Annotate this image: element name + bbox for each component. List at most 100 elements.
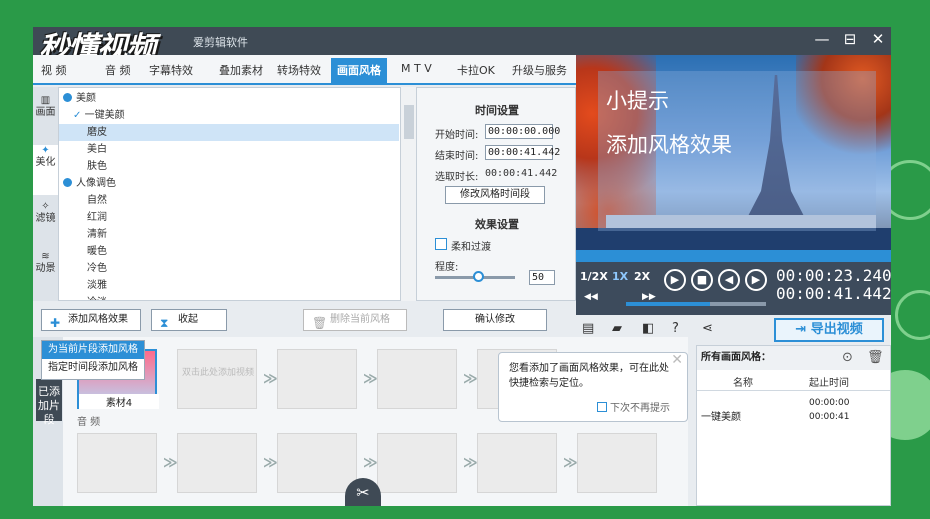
degree-slider[interactable] [435, 271, 515, 282]
audio-slot[interactable] [377, 433, 457, 493]
checkbox-icon [597, 402, 607, 412]
trash-icon[interactable]: 🗑 [867, 350, 884, 365]
stop-button[interactable]: ■ [691, 269, 713, 291]
clip-label: 素材4 [79, 394, 159, 409]
checkbox-label: 下次不再提示 [610, 403, 670, 414]
end-time-label: 结束时间: [435, 151, 479, 162]
next-frame-button[interactable]: ▶ [745, 269, 767, 291]
audio-slot[interactable] [177, 433, 257, 493]
sidebar-item-beautify[interactable]: ✦ 美化 [33, 145, 58, 195]
slider-thumb[interactable] [473, 271, 484, 282]
scrollbar-thumb[interactable] [404, 105, 414, 139]
added-clips-tab[interactable]: 已添加片段 [36, 379, 62, 426]
tree-item[interactable]: 清新 [59, 226, 399, 243]
all-styles-header: 所有画面风格： [697, 346, 890, 370]
fade-checkbox[interactable] [435, 238, 447, 250]
tree-item[interactable]: 美白 [59, 141, 399, 158]
empty-clip-slot[interactable]: 双击此处添加视频 [177, 349, 257, 409]
time-settings-header: 时间设置 [475, 104, 519, 117]
audio-slot[interactable] [577, 433, 657, 493]
video-preview[interactable]: 小提示 添加风格效果 [576, 55, 891, 250]
tip-title: 小提示 [606, 89, 669, 113]
degree-label: 程度: [435, 262, 459, 273]
tree-scrollbar[interactable] [400, 87, 416, 301]
tree-item[interactable]: 自然 [59, 192, 399, 209]
tab-mtv[interactable]: M T V [401, 62, 432, 75]
title-bar: 秒懂视频 爱剪辑软件 — ⊟ ✕ [33, 27, 891, 66]
tab-overlay[interactable]: 叠加素材 [219, 62, 263, 78]
close-button[interactable]: ✕ [867, 30, 889, 48]
playback-progress-bar[interactable] [576, 250, 891, 262]
share-icon[interactable]: ⋖ [702, 321, 713, 336]
arrow-icon: ≫ [463, 455, 478, 471]
button-label: 导出视频 [810, 322, 863, 337]
style-row-name[interactable]: 一键美颜 [701, 408, 741, 423]
audio-slot[interactable] [477, 433, 557, 493]
button-label: 添加风格效果 [68, 314, 128, 325]
prev-frame-button[interactable]: ◀ [718, 269, 740, 291]
tree-item[interactable]: 磨皮 [59, 124, 399, 141]
minimize-button[interactable]: — [811, 30, 833, 48]
dont-show-again-checkbox[interactable]: 下次不再提示 [597, 401, 670, 416]
tree-category-portrait[interactable]: 人像调色 [59, 175, 399, 192]
degree-field[interactable]: 50 [529, 270, 555, 285]
hint-popup: ✕ 您看添加了画面风格效果，可在此处快捷检索与定位。 下次不再提示 [498, 352, 688, 422]
audio-slot[interactable] [77, 433, 157, 493]
tab-video[interactable]: 视 频 [41, 62, 67, 78]
tree-item[interactable]: 淡雅 [59, 277, 399, 294]
sidebar-item-filter[interactable]: ✧ 滤镜 [33, 201, 58, 245]
save-icon[interactable]: ◧ [642, 321, 654, 336]
arrow-icon: ≫ [163, 455, 178, 471]
collapse-button[interactable]: ⧗ 收起 [151, 309, 227, 331]
tree-category-beauty[interactable]: 美颜 [59, 90, 399, 107]
tree-item[interactable]: 冷色 [59, 260, 399, 277]
hourglass-icon: ⧗ [160, 316, 169, 330]
tab-audio[interactable]: 音 频 [105, 62, 131, 78]
folder-icon[interactable]: ▰ [612, 321, 622, 336]
end-time-field[interactable]: 00:00:41.442 [485, 145, 560, 160]
tab-picture-style[interactable]: 画面风格 [331, 58, 387, 83]
add-style-button[interactable]: ✚ 添加风格效果 [41, 309, 141, 331]
tab-subtitle-effects[interactable]: 字幕特效 [149, 62, 193, 78]
button-label: 收起 [178, 314, 198, 325]
tree-item[interactable]: 暖色 [59, 243, 399, 260]
sparkle-icon: ✦ [41, 145, 50, 156]
tab-karaoke[interactable]: 卡拉OK [457, 62, 495, 78]
locate-icon[interactable]: ⊙ [842, 350, 853, 365]
trash-icon: 🗑 [312, 316, 328, 330]
tree-item[interactable]: 冷淡 [59, 294, 399, 300]
duration-label: 选取时长: [435, 172, 479, 183]
play-button[interactable]: ▶ [664, 269, 686, 291]
menu-item-current-clip[interactable]: 为当前片段添加风格 [42, 341, 144, 359]
speed-2x[interactable]: 2X [634, 270, 650, 283]
tree-item-one-click-beauty[interactable]: ✓ 一键美颜 [59, 107, 399, 124]
empty-clip-slot[interactable] [377, 349, 457, 409]
modify-time-button[interactable]: 修改风格时间段 [445, 186, 545, 204]
fast-forward-icon[interactable]: ▶▶ [642, 292, 656, 302]
export-video-button[interactable]: ⇥ 导出视频 [774, 318, 884, 342]
tree-item[interactable]: 肤色 [59, 158, 399, 175]
tree-item[interactable]: 红润 [59, 209, 399, 226]
start-time-field[interactable]: 00:00:00.000 [485, 124, 560, 139]
speed-half[interactable]: 1/2X [580, 270, 608, 283]
help-icon[interactable]: ? [672, 321, 679, 336]
rewind-icon[interactable]: ◀◀ [584, 292, 598, 302]
delete-style-button[interactable]: 🗑 删除当前风格 [303, 309, 407, 331]
menu-item-time-range[interactable]: 指定时间段添加风格 [42, 359, 144, 377]
sidebar-item-motion[interactable]: ≋ 动景 [33, 251, 58, 295]
speed-1x[interactable]: 1X [612, 270, 628, 283]
arrow-icon: ≫ [263, 455, 278, 471]
audio-slot[interactable] [277, 433, 357, 493]
tab-transition[interactable]: 转场特效 [277, 62, 321, 78]
sidebar-item-picture[interactable]: ▥ 画面 [33, 95, 58, 139]
maximize-button[interactable]: ⊟ [839, 30, 861, 48]
scissors-icon[interactable]: ✂ [345, 478, 381, 506]
confirm-button[interactable]: 确认修改 [443, 309, 547, 331]
close-icon[interactable]: ✕ [671, 353, 683, 368]
volume-slider[interactable] [626, 302, 766, 306]
style-tree: 美颜 ✓ 一键美颜 磨皮 美白 肤色 人像调色 自然 红润 清新 暖色 冷色 淡… [58, 87, 416, 301]
player-controls: 1/2X 1X 2X ◀◀ ▶▶ ▶ ■ ◀ ▶ 00:00:23.240 00… [576, 262, 891, 315]
tab-upgrade[interactable]: 升级与服务 [512, 62, 567, 78]
snapshot-icon[interactable]: ▤ [582, 321, 594, 336]
empty-clip-slot[interactable] [277, 349, 357, 409]
